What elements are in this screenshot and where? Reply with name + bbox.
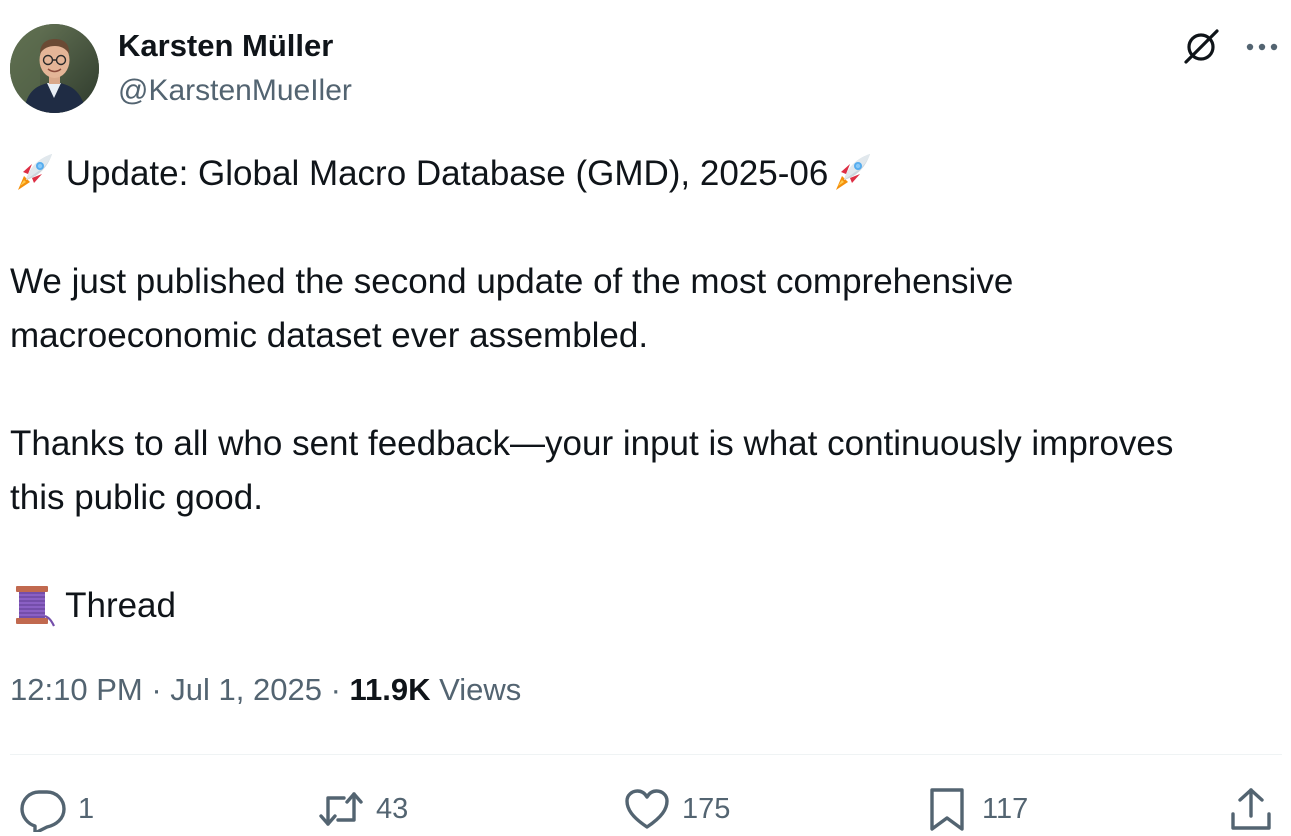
spool-of-thread-emoji (10, 582, 56, 628)
retweet-count: 43 (376, 792, 409, 825)
rocket-emoji (828, 150, 874, 196)
like-button[interactable]: 175 (624, 786, 730, 832)
meta-separator: · (151, 672, 162, 707)
avatar[interactable] (10, 24, 99, 113)
reply-button[interactable]: 1 (20, 786, 94, 832)
like-icon (624, 786, 670, 832)
retweet-icon (318, 786, 364, 832)
tweet-text-line-3: macroeconomic dataset ever assembled. (10, 316, 649, 355)
tweet-text-line-5: this public good. (10, 478, 263, 517)
like-count: 175 (682, 792, 731, 825)
tweet-text-line-6: Thread (10, 584, 176, 631)
views-count: 11.9K (349, 672, 431, 707)
meta-separator: · (330, 672, 341, 707)
more-icon (1246, 43, 1278, 51)
share-button[interactable] (1228, 786, 1274, 832)
divider (10, 754, 1282, 755)
bookmark-button[interactable]: 117 (924, 786, 1028, 832)
retweet-button[interactable]: 43 (318, 786, 408, 832)
tweet-text-line-2: We just published the second update of t… (10, 262, 1014, 301)
tweet-time[interactable]: 12:10 PM (10, 672, 143, 707)
rocket-emoji (10, 150, 56, 196)
bookmark-count: 117 (982, 792, 1029, 825)
tweet-title: Update: Global Macro Database (GMD), 202… (65, 154, 829, 193)
author-handle[interactable]: @KarstenMueIler (118, 74, 352, 108)
grok-icon (1184, 29, 1219, 64)
views-label: Views (439, 672, 522, 707)
author-display-name[interactable]: Karsten Müller (118, 28, 333, 64)
share-icon (1228, 786, 1274, 832)
tweet-meta: 12:10 PM · Jul 1, 2025 · 11.9K Views (10, 672, 521, 708)
tweet-text-line-4: Thanks to all who sent feedback—your inp… (10, 424, 1174, 463)
tweet-text-line-1: Update: Global Macro Database (GMD), 202… (10, 152, 874, 199)
tweet-date[interactable]: Jul 1, 2025 (170, 672, 322, 707)
avatar-image (10, 24, 99, 113)
bookmark-icon (924, 786, 970, 832)
grok-button[interactable] (1182, 28, 1220, 66)
thread-label: Thread (65, 586, 176, 625)
reply-icon (20, 786, 66, 832)
reply-count: 1 (78, 792, 95, 825)
more-options-button[interactable] (1244, 30, 1280, 64)
